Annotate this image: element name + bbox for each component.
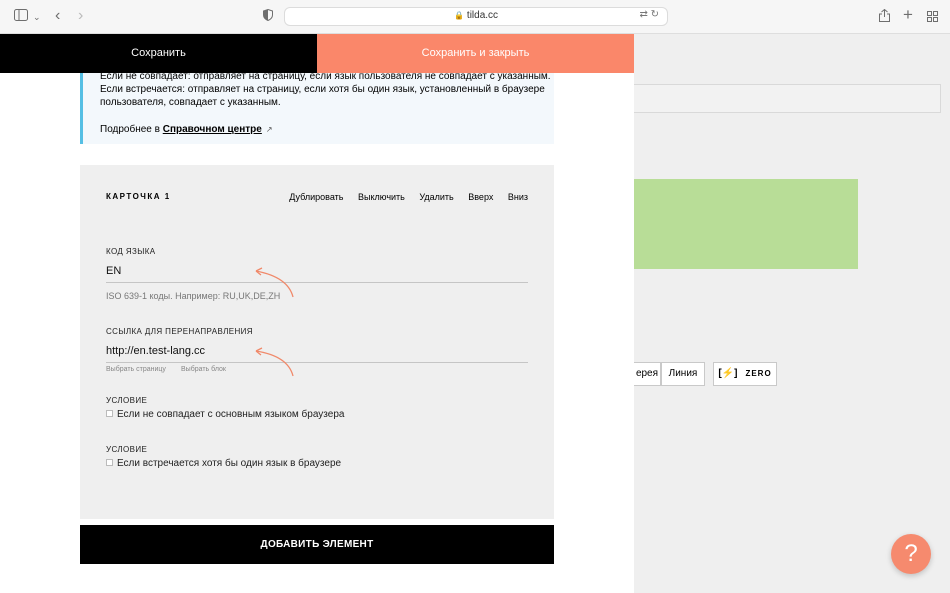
gallery-button[interactable]: ерея <box>634 362 661 386</box>
condition-2-text: Если встречается хотя бы один язык в бра… <box>117 458 342 469</box>
tab-overview-icon[interactable] <box>927 10 938 26</box>
browser-toolbar: ⌄ ‹ › 🔒 tilda.cc ⇄ ↻ + <box>0 0 950 34</box>
settings-panel: Сохранить Сохранить и закрыть Если не со… <box>0 34 634 593</box>
zero-label: ZERO <box>745 369 772 378</box>
info-line-3: пользователя, совпадает с указанным. <box>100 97 281 108</box>
shield-icon[interactable] <box>263 8 273 25</box>
language-code-label: КОД ЯЗЫКА <box>106 247 156 256</box>
forward-icon[interactable]: › <box>78 8 83 24</box>
info-more-prefix: Подробнее в <box>100 124 160 135</box>
add-element-button[interactable]: ДОБАВИТЬ ЭЛЕМЕНТ <box>80 525 554 564</box>
card-actions: Дублировать Выключить Удалить Вверх Вниз <box>277 192 528 202</box>
move-down-button[interactable]: Вниз <box>508 192 528 202</box>
zero-block-icon: [⚡] <box>718 368 738 379</box>
new-tab-icon[interactable]: + <box>903 6 913 23</box>
url-text: tilda.cc <box>466 10 499 21</box>
condition-1-text: Если не совпадает с основным языком брау… <box>117 409 345 420</box>
duplicate-button[interactable]: Дублировать <box>289 192 343 202</box>
info-line-1: Если не совпадает: отправляет на страниц… <box>100 71 551 82</box>
checkbox-icon <box>106 410 113 417</box>
card-title: КАРТОЧКА 1 <box>106 192 171 201</box>
help-button[interactable]: ? <box>891 534 931 574</box>
condition-2-label: УСЛОВИЕ <box>106 445 148 454</box>
disable-button[interactable]: Выключить <box>358 192 405 202</box>
language-card: КАРТОЧКА 1 Дублировать Выключить Удалить… <box>80 165 554 519</box>
annotation-arrow-icon <box>255 267 294 298</box>
share-icon[interactable] <box>879 8 890 26</box>
help-center-link[interactable]: Справочном центре <box>163 124 262 135</box>
choose-block-link[interactable]: Выбрать блок <box>181 366 226 373</box>
info-line-2: Если встречается: отправляет на страницу… <box>100 84 545 95</box>
delete-button[interactable]: Удалить <box>419 192 453 202</box>
info-more: Подробнее в Справочном центре ↗ <box>100 123 273 137</box>
save-and-close-button[interactable]: Сохранить и закрыть <box>317 34 634 73</box>
redirect-url-underline <box>106 362 528 363</box>
chevron-down-icon[interactable]: ⌄ <box>33 9 41 25</box>
condition-2-checkbox[interactable]: Если встречается хотя бы один язык в бра… <box>106 458 341 469</box>
back-icon[interactable]: ‹ <box>55 8 60 24</box>
redirect-url-input[interactable]: http://en.test-lang.cc <box>106 345 205 357</box>
line-button[interactable]: Линия <box>661 362 705 386</box>
save-button[interactable]: Сохранить <box>0 34 317 73</box>
background-green-block <box>634 179 858 269</box>
move-up-button[interactable]: Вверх <box>468 192 493 202</box>
language-code-underline <box>106 282 528 283</box>
external-link-icon: ↗ <box>265 125 273 134</box>
condition-1-checkbox[interactable]: Если не совпадает с основным языком брау… <box>106 409 344 420</box>
address-bar[interactable]: 🔒 tilda.cc ⇄ ↻ <box>284 7 668 26</box>
zero-button[interactable]: [⚡] ZERO <box>713 362 777 386</box>
choose-page-link[interactable]: Выбрать страницу <box>106 366 166 373</box>
translate-reload-icon[interactable]: ⇄ ↻ <box>639 9 659 20</box>
annotation-arrow-icon <box>255 347 294 377</box>
lock-icon: 🔒 <box>453 11 464 20</box>
redirect-url-label: ССЫЛКА ДЛЯ ПЕРЕНАПРАВЛЕНИЯ <box>106 327 253 336</box>
language-code-input[interactable]: EN <box>106 265 121 277</box>
background-input-field <box>634 84 941 113</box>
checkbox-icon <box>106 459 113 466</box>
condition-1-label: УСЛОВИЕ <box>106 396 148 405</box>
info-note: Если не совпадает: отправляет на страниц… <box>80 71 554 144</box>
sidebar-toggle-icon[interactable] <box>14 9 28 25</box>
